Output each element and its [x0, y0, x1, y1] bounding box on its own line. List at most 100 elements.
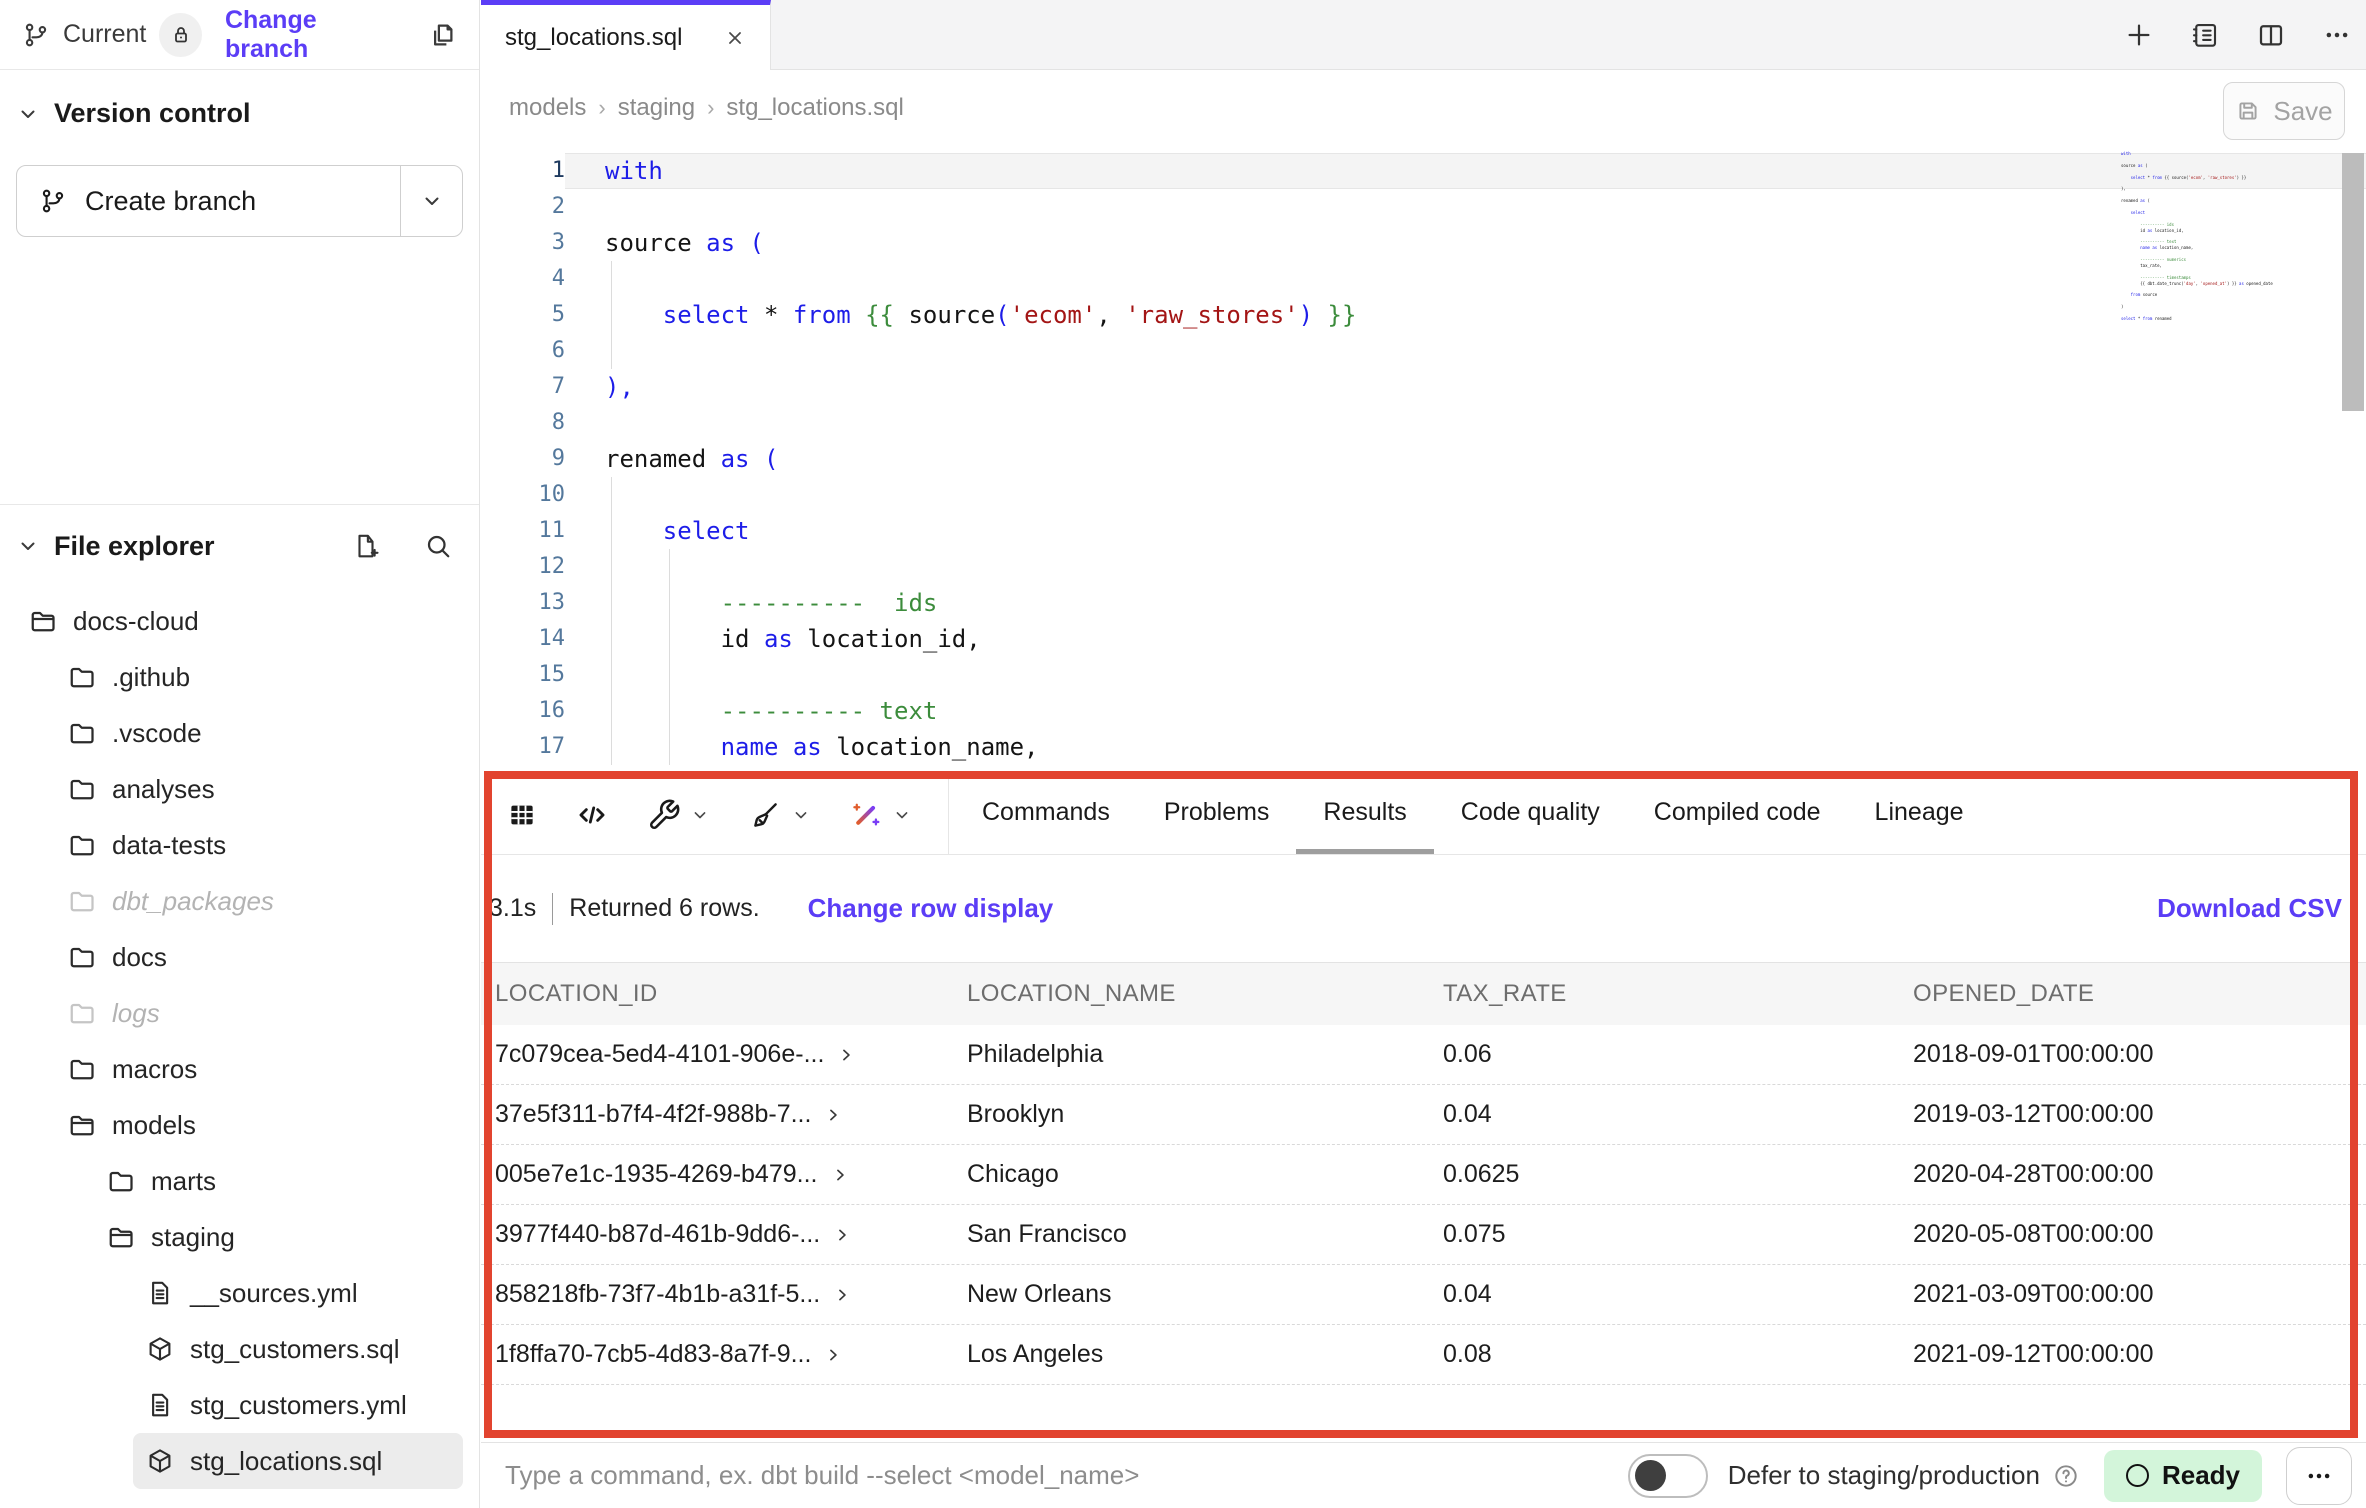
results-tab-code-quality[interactable]: Code quality [1434, 775, 1627, 854]
results-tab-results[interactable]: Results [1296, 775, 1433, 854]
code-line[interactable]: 8 [481, 405, 2366, 441]
code-line[interactable]: 13 ---------- ids [481, 585, 2366, 621]
version-control-header[interactable]: Version control [16, 98, 463, 129]
download-csv-link[interactable]: Download CSV [2157, 893, 2342, 924]
file-tree-item-macros[interactable]: macros [0, 1041, 479, 1097]
file-tree-item-docs-cloud[interactable]: docs-cloud [0, 593, 479, 649]
results-tab-commands[interactable]: Commands [955, 775, 1137, 854]
indent-guide [611, 261, 612, 297]
save-button[interactable]: Save [2223, 82, 2345, 140]
more-options-icon[interactable] [2322, 20, 2352, 50]
code-line[interactable]: 12 [481, 549, 2366, 585]
breadcrumb-item[interactable]: staging [618, 94, 695, 122]
file-name: __sources.yml [190, 1278, 358, 1309]
results-tab-compiled-code[interactable]: Compiled code [1627, 775, 1848, 854]
notebook-icon[interactable] [2190, 20, 2220, 50]
file-tree-item-stg-customers-yml[interactable]: stg_customers.yml [0, 1377, 479, 1433]
breadcrumb-item[interactable]: models [509, 94, 586, 122]
expand-cell-icon[interactable] [823, 1105, 843, 1125]
close-icon[interactable] [724, 27, 746, 49]
code-content: ), [565, 369, 2366, 405]
file-name: docs-cloud [73, 606, 199, 637]
expand-cell-icon[interactable] [832, 1225, 852, 1245]
help-icon[interactable] [2052, 1462, 2080, 1490]
code-line[interactable]: 6 [481, 333, 2366, 369]
split-pane-icon[interactable] [2256, 20, 2286, 50]
command-input[interactable] [505, 1460, 1628, 1491]
indent-guide [669, 549, 670, 585]
create-branch-button[interactable]: Create branch [16, 165, 463, 237]
code-line[interactable]: 3source as ( [481, 225, 2366, 261]
file-name: models [112, 1110, 196, 1141]
expand-cell-icon[interactable] [832, 1285, 852, 1305]
code-line[interactable]: 7), [481, 369, 2366, 405]
code-line[interactable]: 11 select [481, 513, 2366, 549]
code-line[interactable]: 17 name as location_name, [481, 729, 2366, 765]
defer-toggle[interactable] [1628, 1454, 1708, 1498]
expand-cell-icon[interactable] [830, 1165, 850, 1185]
status-badge[interactable]: Ready [2104, 1450, 2262, 1502]
create-branch-main[interactable]: Create branch [17, 166, 400, 236]
table-cell: Brooklyn [953, 1100, 1429, 1129]
file-tree-item--github[interactable]: .github [0, 649, 479, 705]
code-editor[interactable]: 1with23source as (45 select * from {{ so… [481, 145, 2366, 775]
code-line[interactable]: 15 [481, 657, 2366, 693]
code-content: id as location_id, [565, 621, 2366, 657]
code-line[interactable]: 4 [481, 261, 2366, 297]
sql-view-button[interactable] [575, 798, 609, 832]
code-line[interactable]: 1with [481, 153, 2366, 189]
results-tab-problems[interactable]: Problems [1137, 775, 1297, 854]
file-tree-item-marts[interactable]: marts [0, 1153, 479, 1209]
column-header-tax_rate[interactable]: TAX_RATE [1429, 980, 1899, 1008]
file-tree-item-data-tests[interactable]: data-tests [0, 817, 479, 873]
format-button[interactable] [748, 798, 811, 832]
save-label: Save [2273, 96, 2332, 127]
expand-cell-icon[interactable] [823, 1345, 843, 1365]
expand-cell-icon[interactable] [836, 1045, 856, 1065]
file-tree-item-stg-customers-sql[interactable]: stg_customers.sql [0, 1321, 479, 1377]
code-line[interactable]: 2 [481, 189, 2366, 225]
ai-assist-button[interactable] [849, 798, 912, 832]
code-line[interactable]: 14 id as location_id, [481, 621, 2366, 657]
table-view-button[interactable] [507, 800, 537, 830]
create-branch-dropdown[interactable] [400, 166, 462, 236]
column-header-opened_date[interactable]: OPENED_DATE [1899, 980, 2366, 1008]
file-tree-item-analyses[interactable]: analyses [0, 761, 479, 817]
code-line[interactable]: 9renamed as ( [481, 441, 2366, 477]
file-tree-item-models[interactable]: models [0, 1097, 479, 1153]
file-tree-item-stg-locations-sql[interactable]: stg_locations.sql [133, 1433, 463, 1489]
search-icon[interactable] [423, 531, 453, 561]
copy-icon[interactable] [427, 20, 457, 50]
new-file-icon[interactable] [351, 531, 381, 561]
file-tree-item--vscode[interactable]: .vscode [0, 705, 479, 761]
new-tab-icon[interactable] [2124, 20, 2154, 50]
build-tools-button[interactable] [647, 798, 710, 832]
indent-guide [611, 333, 612, 369]
column-header-location_name[interactable]: LOCATION_NAME [953, 980, 1429, 1008]
editor-minimap[interactable]: withsource as ( select * from {{ source(… [2121, 151, 2349, 322]
change-row-display-link[interactable]: Change row display [808, 893, 1054, 924]
status-label: Ready [2162, 1460, 2240, 1491]
file-tree-item-staging[interactable]: staging [0, 1209, 479, 1265]
breadcrumb-item[interactable]: stg_locations.sql [726, 94, 903, 122]
file-tree-item-logs[interactable]: logs [0, 985, 479, 1041]
breadcrumb-separator: › [707, 95, 714, 121]
change-branch-link[interactable]: Change branch [225, 6, 401, 64]
file-tree-item-dbt-packages[interactable]: dbt_packages [0, 873, 479, 929]
tab-stg-locations-sql[interactable]: stg_locations.sql [481, 0, 771, 70]
line-number: 16 [481, 693, 565, 729]
file-explorer-header[interactable]: File explorer [0, 519, 479, 573]
code-line[interactable]: 5 select * from {{ source('ecom', 'raw_s… [481, 297, 2366, 333]
table-header-row: LOCATION_IDLOCATION_NAMETAX_RATEOPENED_D… [481, 963, 2366, 1025]
results-tab-lineage[interactable]: Lineage [1848, 775, 1991, 854]
column-header-location_id[interactable]: LOCATION_ID [481, 980, 953, 1008]
file-tree-item-docs[interactable]: docs [0, 929, 479, 985]
editor-scrollbar[interactable] [2342, 153, 2364, 411]
code-line[interactable]: 10 [481, 477, 2366, 513]
code-line[interactable]: 16 ---------- text [481, 693, 2366, 729]
wrench-icon [647, 798, 681, 832]
indent-guide [611, 621, 612, 657]
table-cell: New Orleans [953, 1280, 1429, 1309]
more-actions-button[interactable] [2286, 1447, 2352, 1505]
file-tree-item--sources-yml[interactable]: __sources.yml [0, 1265, 479, 1321]
